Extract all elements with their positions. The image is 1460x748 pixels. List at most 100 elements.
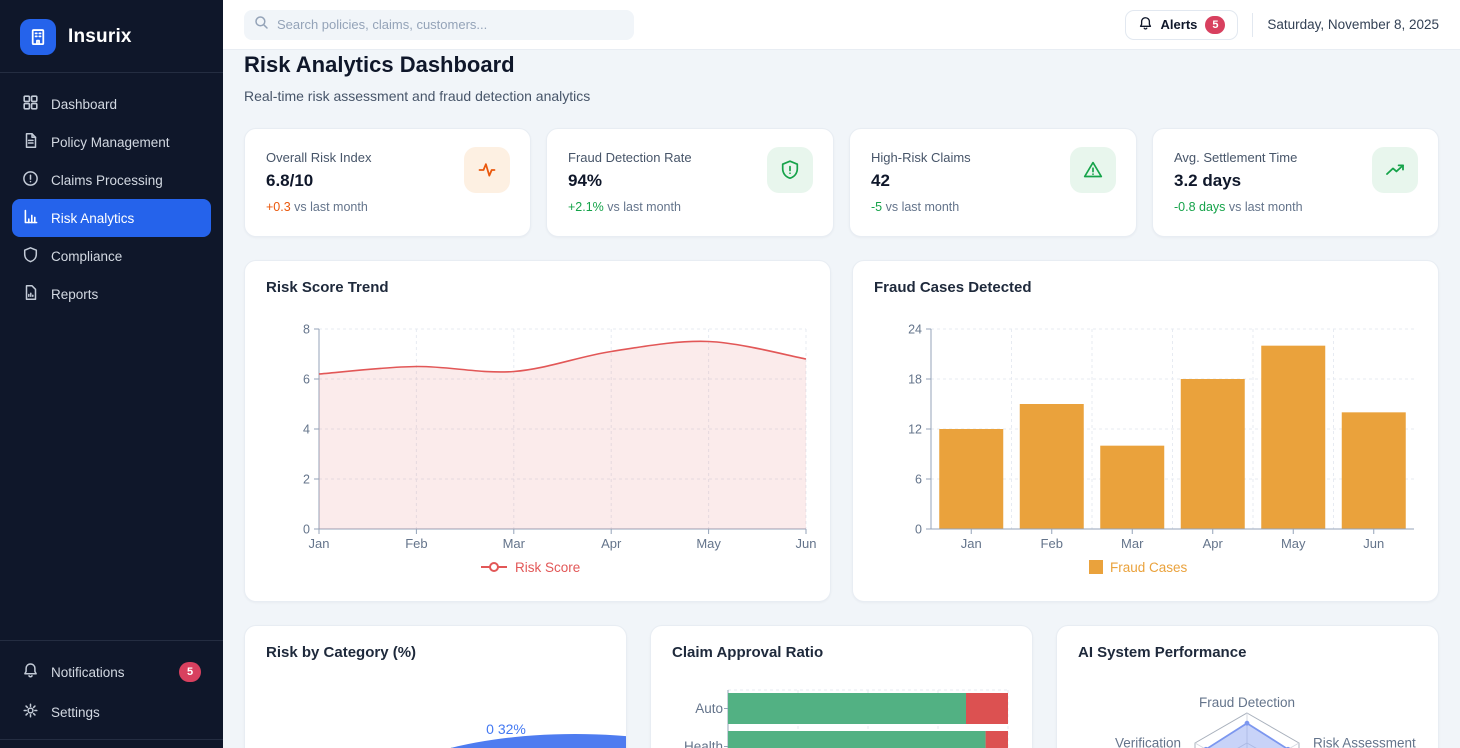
- svg-text:Health: Health: [684, 739, 723, 748]
- bell-icon: [22, 662, 39, 682]
- page-subtitle: Real-time risk assessment and fraud dete…: [244, 88, 590, 104]
- app-logo-icon: [20, 19, 56, 55]
- gear-icon: [22, 702, 39, 722]
- sidebar-item-label: Notifications: [51, 665, 125, 680]
- search-input[interactable]: [277, 17, 624, 32]
- svg-text:Jan: Jan: [309, 536, 330, 551]
- kpi-card-settlement-time: Avg. Settlement Time 3.2 days -0.8 days …: [1152, 128, 1439, 237]
- sidebar-item-risk-analytics[interactable]: Risk Analytics: [12, 199, 211, 237]
- alert-triangle-icon: [1070, 147, 1116, 193]
- main-area: Alerts 5 Saturday, November 8, 2025 Risk…: [223, 0, 1460, 748]
- panel-risk-by-category: Risk by Category (%) 0 32%: [244, 625, 627, 748]
- svg-text:12: 12: [908, 423, 922, 437]
- kpi-delta: +0.3 vs last month: [266, 200, 368, 214]
- alerts-label: Alerts: [1161, 17, 1198, 32]
- kpi-label: Fraud Detection Rate: [568, 150, 692, 165]
- alerts-button[interactable]: Alerts 5: [1125, 10, 1239, 40]
- grid-icon: [22, 94, 39, 114]
- file-chart-icon: [22, 284, 39, 304]
- kpi-delta: -5 vs last month: [871, 200, 959, 214]
- sidebar-item-label: Claims Processing: [51, 173, 163, 188]
- sidebar-item-label: Compliance: [51, 249, 122, 264]
- sidebar-item-claims-processing[interactable]: Claims Processing: [12, 161, 211, 199]
- svg-text:Jan: Jan: [961, 536, 982, 551]
- kpi-card-fraud-detection: Fraud Detection Rate 94% +2.1% vs last m…: [546, 128, 834, 237]
- panel-fraud-cases: Fraud Cases Detected 06121824JanFebMarAp…: [852, 260, 1439, 602]
- svg-text:Apr: Apr: [1203, 536, 1224, 551]
- kpi-card-overall-risk: Overall Risk Index 6.8/10 +0.3 vs last m…: [244, 128, 531, 237]
- sidebar-item-label: Risk Analytics: [51, 211, 134, 226]
- file-text-icon: [22, 132, 39, 152]
- svg-text:6: 6: [915, 473, 922, 487]
- svg-text:6: 6: [303, 373, 310, 387]
- svg-text:4: 4: [303, 423, 310, 437]
- svg-text:2: 2: [303, 473, 310, 487]
- kpi-delta: +2.1% vs last month: [568, 200, 681, 214]
- alert-circle-icon: [22, 170, 39, 190]
- alerts-badge: 5: [1205, 16, 1225, 34]
- svg-text:0: 0: [303, 523, 310, 537]
- risk-score-trend-chart: 02468JanFebMarAprMayJunRisk Score: [245, 261, 831, 602]
- kpi-value: 3.2 days: [1174, 171, 1241, 191]
- search-bar[interactable]: [244, 10, 634, 40]
- kpi-label: High-Risk Claims: [871, 150, 971, 165]
- kpi-value: 42: [871, 171, 890, 191]
- fraud-cases-chart: 0 6 12 18 24 Jan Feb Mar Apr May Jun Fraud Cases: [853, 261, 1439, 602]
- sidebar-item-label: Reports: [51, 287, 98, 302]
- svg-text:Verification: Verification: [1115, 736, 1181, 748]
- sidebar-item-dashboard[interactable]: Dashboard: [12, 85, 211, 123]
- svg-text:May: May: [696, 536, 721, 551]
- sidebar-footer: Notifications 5 Settings: [0, 641, 223, 739]
- sidebar-item-compliance[interactable]: Compliance: [12, 237, 211, 275]
- svg-text:Fraud Cases: Fraud Cases: [1110, 560, 1188, 575]
- sidebar-item-label: Policy Management: [51, 135, 170, 150]
- svg-text:Mar: Mar: [1121, 536, 1144, 551]
- svg-text:18: 18: [908, 373, 922, 387]
- sidebar-item-policy-management[interactable]: Policy Management: [12, 123, 211, 161]
- page-title: Risk Analytics Dashboard: [244, 52, 515, 78]
- svg-text:May: May: [1281, 536, 1306, 551]
- shield-icon: [22, 246, 39, 266]
- svg-text:8: 8: [303, 323, 310, 337]
- page-content: Risk Analytics Dashboard Real-time risk …: [223, 50, 1460, 748]
- svg-text:Fraud Detection: Fraud Detection: [1199, 695, 1295, 710]
- sidebar-item-notifications[interactable]: Notifications 5: [12, 653, 211, 691]
- kpi-delta: -0.8 days vs last month: [1174, 200, 1303, 214]
- app-root: Insurix Dashboard Policy Management: [0, 0, 1460, 748]
- search-icon: [254, 15, 269, 35]
- panel-claim-approval: Claim Approval Ratio AutoHealth: [650, 625, 1033, 748]
- kpi-label: Overall Risk Index: [266, 150, 371, 165]
- sidebar: Insurix Dashboard Policy Management: [0, 0, 223, 748]
- svg-text:0 32%: 0 32%: [486, 721, 526, 737]
- svg-text:0: 0: [915, 523, 922, 537]
- sidebar-item-reports[interactable]: Reports: [12, 275, 211, 313]
- svg-text:Feb: Feb: [1041, 536, 1063, 551]
- svg-text:Risk Score: Risk Score: [515, 560, 580, 575]
- sidebar-item-settings[interactable]: Settings: [12, 693, 211, 731]
- sidebar-nav: Dashboard Policy Management Claims Proce…: [0, 73, 223, 640]
- notifications-badge: 5: [179, 662, 201, 682]
- svg-text:Jun: Jun: [1363, 536, 1384, 551]
- claim-approval-chart: Auto Health: [651, 626, 1033, 748]
- topbar-right: Alerts 5 Saturday, November 8, 2025: [1125, 10, 1439, 40]
- topbar: Alerts 5 Saturday, November 8, 2025: [223, 0, 1460, 50]
- panel-ai-performance: AI System Performance Fraud DetectionRis…: [1056, 625, 1439, 748]
- svg-text:Auto: Auto: [695, 701, 723, 716]
- panel-risk-score-trend: Risk Score Trend 02468JanFebMarAprMayJun…: [244, 260, 831, 602]
- svg-text:Feb: Feb: [405, 536, 427, 551]
- shield-alert-icon: [767, 147, 813, 193]
- kpi-value: 94%: [568, 171, 602, 191]
- brand: Insurix: [0, 0, 223, 72]
- svg-text:Apr: Apr: [601, 536, 622, 551]
- kpi-label: Avg. Settlement Time: [1174, 150, 1297, 165]
- svg-text:24: 24: [908, 323, 922, 337]
- kpi-card-high-risk-claims: High-Risk Claims 42 -5 vs last month: [849, 128, 1137, 237]
- app-name: Insurix: [68, 26, 132, 48]
- svg-text:Mar: Mar: [503, 536, 526, 551]
- ai-performance-radar: Fraud Detection Risk Assessment Verificati…: [1057, 626, 1439, 748]
- sidebar-item-label: Dashboard: [51, 97, 117, 112]
- bell-icon: [1138, 16, 1153, 34]
- topbar-divider: [1252, 13, 1253, 37]
- date-text: Saturday, November 8, 2025: [1267, 17, 1439, 32]
- svg-text:Risk Assessment: Risk Assessment: [1313, 736, 1416, 748]
